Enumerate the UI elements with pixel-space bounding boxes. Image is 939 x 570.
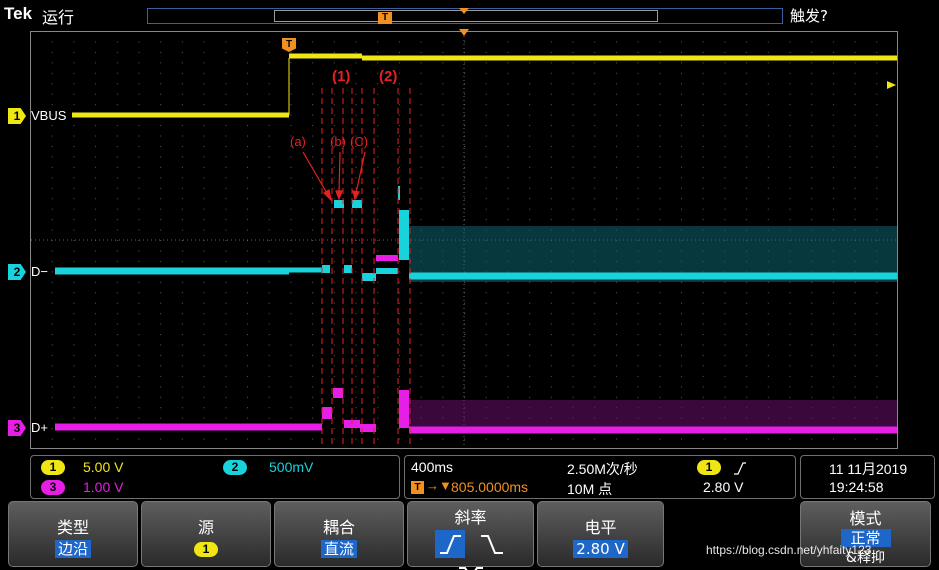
- menu-level-value: 2.80 V: [573, 540, 628, 558]
- annotation-group-2: (2): [379, 68, 398, 85]
- rising-slope-icon[interactable]: [434, 530, 465, 558]
- datetime-readout: 11 11月2019 19:24:58: [800, 455, 935, 499]
- menu-mode-button[interactable]: 模式 正常 &释抑: [800, 501, 931, 567]
- horizontal-delay: 805.0000ms: [451, 479, 529, 495]
- trigger-menu: 类型 边沿 源 1 耦合 直流 斜率 电平 2.80 V 模式 正常 &释抑: [0, 499, 939, 570]
- time: 19:24:58: [829, 479, 884, 495]
- menu-slope-title: 斜率: [454, 508, 487, 527]
- date: 11 11月2019: [829, 461, 908, 477]
- trigger-position-marker: [459, 8, 469, 14]
- ch2-badge: 2: [223, 460, 247, 475]
- annotation-b: (b): [330, 134, 346, 149]
- trigger-t-marker: T: [378, 12, 392, 24]
- annotation-c: (C): [350, 134, 369, 149]
- menu-slope-button[interactable]: 斜率: [407, 501, 534, 570]
- delay-icon: T: [411, 481, 424, 494]
- sample-rate: 2.50M次/秒: [567, 461, 638, 477]
- ch1-scale: 5.00 V: [83, 459, 124, 475]
- ch2-scale: 500mV: [269, 459, 314, 475]
- menu-coupling-title: 耦合: [322, 518, 355, 537]
- menu-type-value: 边沿: [54, 540, 91, 558]
- falling-slope-icon[interactable]: [477, 530, 507, 558]
- trigger-source-badge: 1: [697, 460, 721, 475]
- ch1-badge: 1: [41, 460, 65, 475]
- oscilloscope-screen: Tek 运行 触发? T T 1 VBUS 2 D− 3 D+ (1) (2) …: [0, 0, 939, 570]
- menu-level-title: 电平: [584, 518, 617, 537]
- delay-arrow-icon: →▼: [426, 478, 452, 493]
- ch3-label: D+: [31, 420, 48, 435]
- annotation-a: (a): [290, 134, 306, 149]
- rising-slope-icon: [734, 462, 746, 475]
- menu-mode-title: 模式: [849, 509, 882, 528]
- menu-level-button[interactable]: 电平 2.80 V: [537, 501, 664, 567]
- menu-type-button[interactable]: 类型 边沿: [8, 501, 138, 567]
- ch3-badge: 3: [41, 480, 65, 495]
- vertical-readout[interactable]: 1 5.00 V 2 500mV 3 1.00 V: [30, 455, 400, 499]
- record-length: 10M 点: [567, 481, 613, 497]
- menu-source-title: 源: [197, 518, 214, 537]
- waveform-display: [31, 8, 897, 448]
- either-slope-icon[interactable]: [456, 562, 486, 570]
- watermark: https://blog.csdn.net/yhfaity123: [706, 543, 872, 557]
- horizontal-readout[interactable]: 400ms 2.50M次/秒 T →▼ 805.0000ms 10M 点 1 2…: [404, 455, 796, 499]
- menu-source-value: 1: [194, 542, 218, 557]
- trigger-level-readout: 2.80 V: [703, 479, 744, 495]
- ch3-scale: 1.00 V: [83, 479, 124, 495]
- menu-type-title: 类型: [56, 518, 89, 537]
- timebase: 400ms: [411, 459, 454, 475]
- ch2-label: D−: [31, 264, 48, 279]
- menu-coupling-button[interactable]: 耦合 直流: [274, 501, 404, 567]
- annotation-group-1: (1): [332, 68, 351, 85]
- menu-source-button[interactable]: 源 1: [141, 501, 271, 567]
- menu-coupling-value: 直流: [320, 540, 357, 558]
- ch1-label: VBUS: [31, 108, 67, 123]
